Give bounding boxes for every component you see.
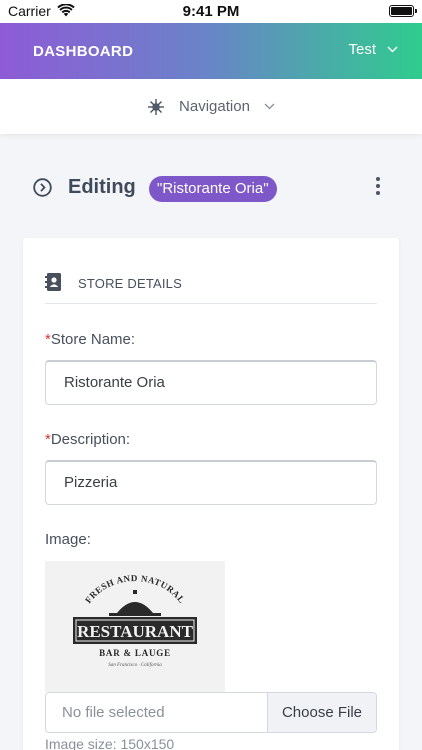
store-name-label-text: Store Name: [50, 331, 136, 348]
image-label: Image: [45, 531, 91, 548]
clock: 9:41 PM [182, 3, 240, 20]
description-label-text: Description: [50, 431, 131, 448]
logo-small-text: San Francisco · California [108, 663, 162, 668]
editing-label: Editing [68, 176, 136, 198]
compass-icon [147, 98, 165, 116]
store-name-label: *Store Name: [45, 331, 135, 348]
app-header: DASHBOARD Test [0, 23, 422, 79]
description-input[interactable]: Pizzeria [45, 460, 377, 505]
image-size-hint: Image size: 150x150 [45, 736, 175, 750]
description-label: *Description: [45, 431, 130, 448]
chevron-down-icon [387, 46, 398, 53]
more-options-icon[interactable] [375, 177, 381, 195]
store-name-input[interactable]: Ristorante Oria [45, 360, 377, 405]
battery-icon [389, 5, 417, 17]
section-title: STORE DETAILS [78, 276, 182, 291]
logo-main-text: RESTAURANT [77, 622, 194, 641]
logo-sub-text: BAR & LAUGE [99, 648, 171, 658]
chevron-down-icon [264, 103, 275, 110]
section-header: STORE DETAILS [45, 272, 377, 304]
dashboard-title[interactable]: DASHBOARD [33, 43, 133, 60]
navigation-label: Navigation [179, 98, 250, 115]
store-details-card: STORE DETAILS *Store Name: Ristorante Or… [23, 238, 399, 750]
store-logo-image: FRESH AND NATURAL RESTAURANT BAR & LAUGE… [45, 561, 225, 692]
editing-header: Editing "Ristorante Oria" [33, 172, 393, 204]
file-name: No file selected [62, 704, 165, 721]
chevron-circle-right-icon[interactable] [33, 178, 52, 202]
choose-file-button[interactable]: Choose File [267, 693, 376, 732]
file-picker[interactable]: No file selected Choose File [45, 692, 377, 733]
user-name: Test [348, 41, 376, 58]
navigation-dropdown[interactable]: Navigation [0, 79, 422, 134]
status-bar: Carrier 9:41 PM [0, 0, 422, 23]
store-name-badge: "Ristorante Oria" [149, 176, 277, 202]
user-menu[interactable]: Test [348, 41, 398, 58]
